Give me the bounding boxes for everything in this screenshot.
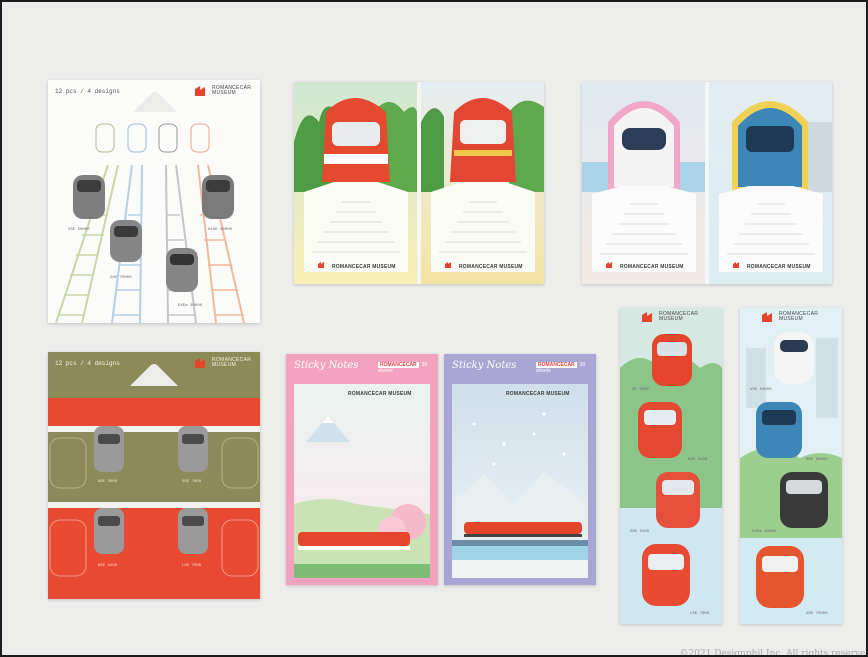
brand-tag: ROMANCECAR MUSEUM [506, 391, 570, 397]
clip-label: LSE 7000 [182, 564, 202, 568]
strip-label: VSE 50000 [750, 388, 772, 392]
strip-label: MSE 60000 [806, 458, 828, 462]
brand-tag: ROMANCECAR MUSEUM [332, 264, 396, 270]
clip-label: GSE 7000 [182, 480, 202, 484]
sticky-pad-illustration [452, 384, 588, 578]
sticky-strip-illustration [740, 308, 842, 624]
clip-label: EXEa 30000 [178, 304, 203, 308]
clip-label: HiSE 10000 [208, 228, 233, 232]
strip-label: GSE 3100 [630, 530, 650, 534]
memo-pad-illustration [582, 82, 832, 284]
memo-pad-pair-blue: ROMANCECAR MUSEUM ROMANCECAR MUSEUM [582, 82, 832, 284]
brand-logo: ROMANCECAR MUSEUM [195, 358, 251, 368]
sticky-strip-red: ROMANCECAR MUSEUM SE 3000 NSE 3100 GSE 31… [620, 308, 722, 624]
sticky-strip-illustration [620, 308, 722, 624]
sheets-badge: ROMANCECAR 30 sheets [378, 362, 428, 374]
product-photo: 12 pcs / 4 designs ROMANCECAR MUSEUM VSE… [0, 0, 868, 657]
sticky-strip-blue: ROMANCECAR MUSEUM VSE 50000 MSE 60000 EXE… [740, 308, 842, 624]
sticky-pad-sakura: Sticky Notes ROMANCECAR 30 sheets ROMANCE… [286, 354, 438, 585]
brand-logo: ROMANCECAR MUSEUM [642, 312, 698, 322]
brand-tag: ROMANCECAR MUSEUM [620, 264, 684, 270]
copyright-text: ©2021 Designphil Inc. All rights reserve… [679, 649, 868, 657]
logo-mark-icon [195, 358, 205, 368]
clip-label: NSE 3000 [98, 480, 118, 484]
sheets-badge: ROMANCECAR 30 sheets [536, 362, 586, 374]
clip-card-illustration [48, 364, 260, 599]
clip-label: NSE 3100 [98, 564, 118, 568]
logo-text: ROMANCECAR MUSEUM [779, 311, 819, 322]
clip-label: VSE 50000 [68, 228, 90, 232]
memo-pad-illustration [294, 82, 544, 284]
sticky-pad-illustration [294, 384, 430, 578]
brand-logo: ROMANCECAR MUSEUM [762, 312, 818, 322]
brand-tag: ROMANCECAR MUSEUM [348, 391, 412, 397]
clip-card-red: 12 pcs / 4 designs ROMANCECAR MUSEUM NSE … [48, 352, 260, 599]
strip-label: SE 3000 [632, 388, 649, 392]
logo-mark-icon [642, 312, 652, 322]
sticky-notes-script: Sticky Notes [294, 360, 359, 371]
track-illustration [55, 123, 245, 323]
sticky-notes-script: Sticky Notes [452, 360, 517, 371]
clip-card-white: 12 pcs / 4 designs ROMANCECAR MUSEUM VSE… [48, 80, 260, 323]
count-text: 12 pcs / 4 designs [55, 360, 120, 367]
logo-mark-icon [762, 312, 772, 322]
strip-label: EXEa 30000 [752, 530, 777, 534]
memo-pad-pair-red: ROMANCECAR MUSEUM ROMANCECAR MUSEUM [294, 82, 544, 284]
strip-label: NSE 3100 [688, 458, 708, 462]
brand-tag: ROMANCECAR MUSEUM [747, 264, 811, 270]
clip-label: GSE 70000 [110, 276, 132, 280]
brand-tag: ROMANCECAR MUSEUM [459, 264, 523, 270]
strip-label: GSE 70000 [806, 612, 828, 616]
logo-text: ROMANCECAR MUSEUM [659, 311, 699, 322]
strip-label: LSE 7000 [690, 612, 710, 616]
sticky-pad-snow: Sticky Notes ROMANCECAR 30 sheets ROMANCE… [444, 354, 596, 585]
logo-text: ROMANCECAR MUSEUM [212, 357, 252, 368]
